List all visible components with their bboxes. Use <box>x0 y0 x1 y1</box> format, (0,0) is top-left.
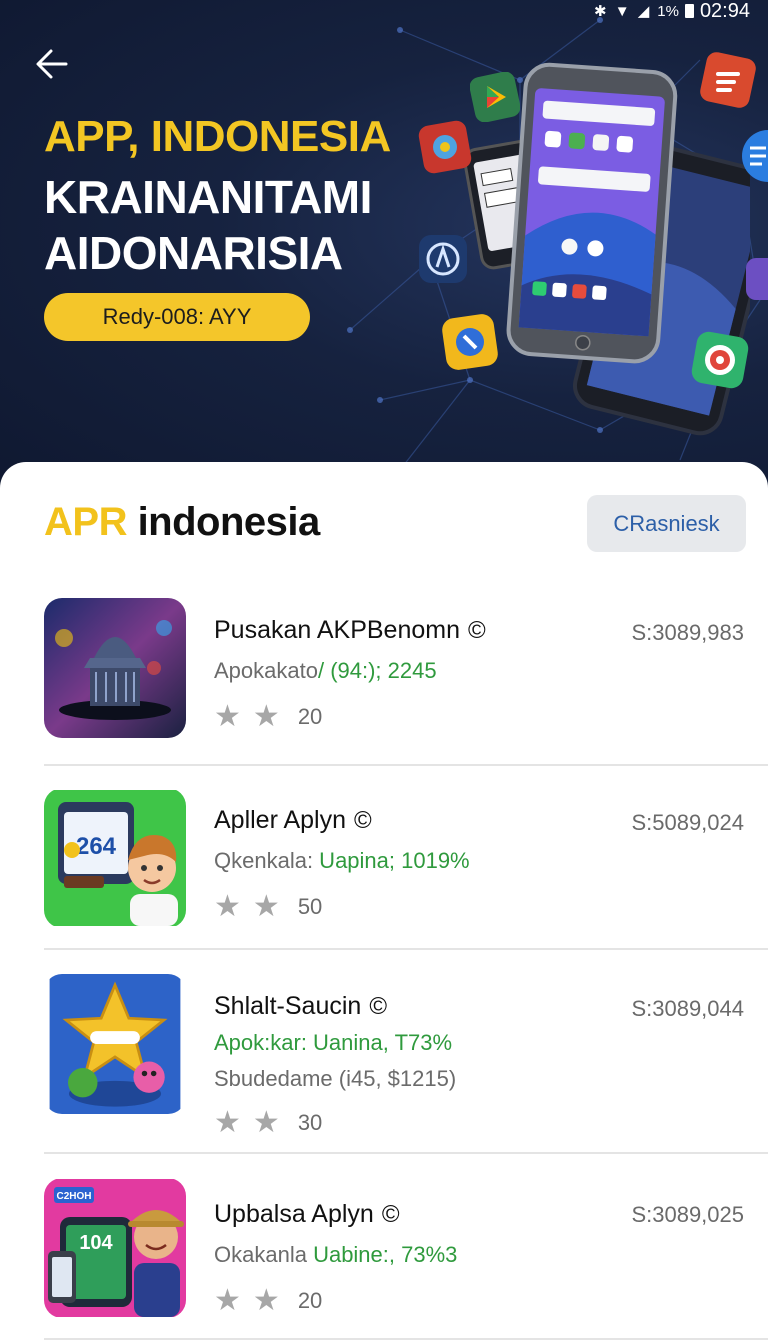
app-name-text: Apller Aplyn <box>214 806 347 834</box>
copyright-icon: © <box>369 993 387 1020</box>
star-icon: ★ <box>252 700 280 733</box>
app-price: S:3089,044 <box>631 996 744 1021</box>
app-icon-character-phone: 264 <box>44 790 186 926</box>
app-name-text: Shlalt-Saucin <box>214 992 362 1020</box>
star-icon: ★ <box>214 1106 241 1139</box>
app-list-item[interactable]: Shlalt-Saucin © S:3089,044 Apok:kar: Uani… <box>0 974 768 1164</box>
play-store-icon <box>470 72 520 122</box>
back-button[interactable] <box>28 40 76 88</box>
battery-icon <box>684 4 694 18</box>
app-subtitle: Apok:kar: Uanina, T73% <box>214 1030 453 1055</box>
app-price: S:5089,024 <box>631 810 744 835</box>
star-icon: ★ <box>214 890 241 923</box>
copyright-icon: © <box>354 807 372 834</box>
app-sub-grey: Okakanla <box>214 1242 307 1267</box>
hero-pill-button[interactable]: Redy-008: AYY <box>44 293 310 341</box>
section-title: APR indonesia <box>44 500 320 545</box>
app-price: S:3089,025 <box>631 1202 744 1227</box>
status-bar: ✱ ▼ ◢ 1% 02:94 <box>594 0 750 22</box>
section-action-button[interactable]: CRasniesk <box>587 495 746 552</box>
star-icon: ★ <box>214 700 241 733</box>
calendar-app-icon <box>700 52 756 108</box>
app-subtitle: Apokakato/ (94:); 2245 <box>214 658 437 684</box>
divider <box>44 1338 768 1340</box>
app-subtitle-2: Sbudedame (i45, $1215) <box>214 1066 457 1091</box>
app-sub-grey: Apokakato <box>214 658 318 683</box>
rating-value: 20 <box>297 704 323 729</box>
battery-percent: 1% <box>657 2 679 20</box>
apps-sheet: APR indonesia CRasniesk Pusakan AKPBenom… <box>0 462 768 1344</box>
app-rating: ★ ★ 50 <box>214 892 322 922</box>
chat-app-icon <box>742 130 768 182</box>
app-sub-green: Uapina; 1019% <box>313 848 470 873</box>
app-list-item[interactable]: C2HOH 104 Upbalsa Aplyn © S:3089,025 Okak… <box>0 1178 768 1344</box>
star-icon: ★ <box>214 1284 241 1317</box>
app-list-item[interactable]: Pusakan AKPBenomn © S:3089,983 Apokakato/… <box>0 598 768 768</box>
app-sub-green: / (94:); 2245 <box>317 658 437 683</box>
app-name-text: Upbalsa Aplyn <box>214 1200 374 1228</box>
app-subtitle: Qkenkala: Uapina; 1019% <box>214 848 470 874</box>
app-list-item[interactable]: 264 Apller Aplyn © S:5089,024 Qkenkala: U… <box>0 788 768 958</box>
app-sub-grey: Qkenkala: <box>214 848 314 873</box>
copyright-icon: © <box>468 617 486 644</box>
divider <box>44 948 768 950</box>
app-subtitle: Okakanla Uabine:, 73%3 <box>214 1242 457 1268</box>
app-icon-phone-man: C2HOH 104 <box>44 1179 186 1317</box>
section-title-accent: APR <box>44 500 127 544</box>
app-icon-temple <box>44 598 186 738</box>
settings-app-icon <box>418 120 472 174</box>
app-rating: ★ ★ 20 <box>214 702 322 732</box>
app-price: S:3089,983 <box>631 620 744 645</box>
rating-value: 50 <box>297 894 323 919</box>
hero-title-line3: AIDONARISIA <box>44 227 343 279</box>
copyright-icon: © <box>381 1201 400 1228</box>
app-rating: ★ ★ 30 <box>214 1108 322 1138</box>
hero-banner: ✱ ▼ ◢ 1% 02:94 APP, INDONESIA KRAINANITA… <box>0 0 768 500</box>
signal-icons: ✱ ▼ ◢ <box>593 3 652 20</box>
section-title-rest: indonesia <box>126 500 321 544</box>
app-name: Pusakan AKPBenomn © <box>214 616 486 645</box>
divider <box>44 764 768 766</box>
star-icon: ★ <box>252 1106 280 1139</box>
star-icon: ★ <box>252 890 280 923</box>
divider <box>44 1152 768 1154</box>
app-sub-green: Uabine:, 73%3 <box>306 1242 458 1267</box>
app-name: Upbalsa Aplyn © <box>214 1200 400 1229</box>
hero-title-line2: KRAINANITAMI <box>44 171 372 223</box>
app-name-text: Pusakan AKPBenomn <box>214 616 460 644</box>
app-icon-star <box>49 974 181 1114</box>
app-rating: ★ ★ 20 <box>214 1286 322 1316</box>
hero-title-line1: APP, INDONESIA <box>44 112 391 161</box>
paint-app-icon <box>442 314 498 370</box>
back-arrow-icon <box>36 49 68 79</box>
rating-value: 20 <box>297 1288 323 1313</box>
app-name: Apller Aplyn © <box>214 806 372 835</box>
target-app-icon <box>691 331 749 389</box>
app4-tag-text: C2HOH <box>56 1191 91 1202</box>
status-time: 02:94 <box>699 0 750 22</box>
purple-app-icon <box>746 258 768 300</box>
star-icon: ★ <box>252 1284 280 1317</box>
rating-value: 30 <box>297 1110 323 1135</box>
app-name: Shlalt-Saucin © <box>214 992 387 1021</box>
safari-app-icon <box>419 235 467 283</box>
app2-badge-text: 264 <box>76 833 117 860</box>
app4-badge-text: 104 <box>79 1232 113 1254</box>
